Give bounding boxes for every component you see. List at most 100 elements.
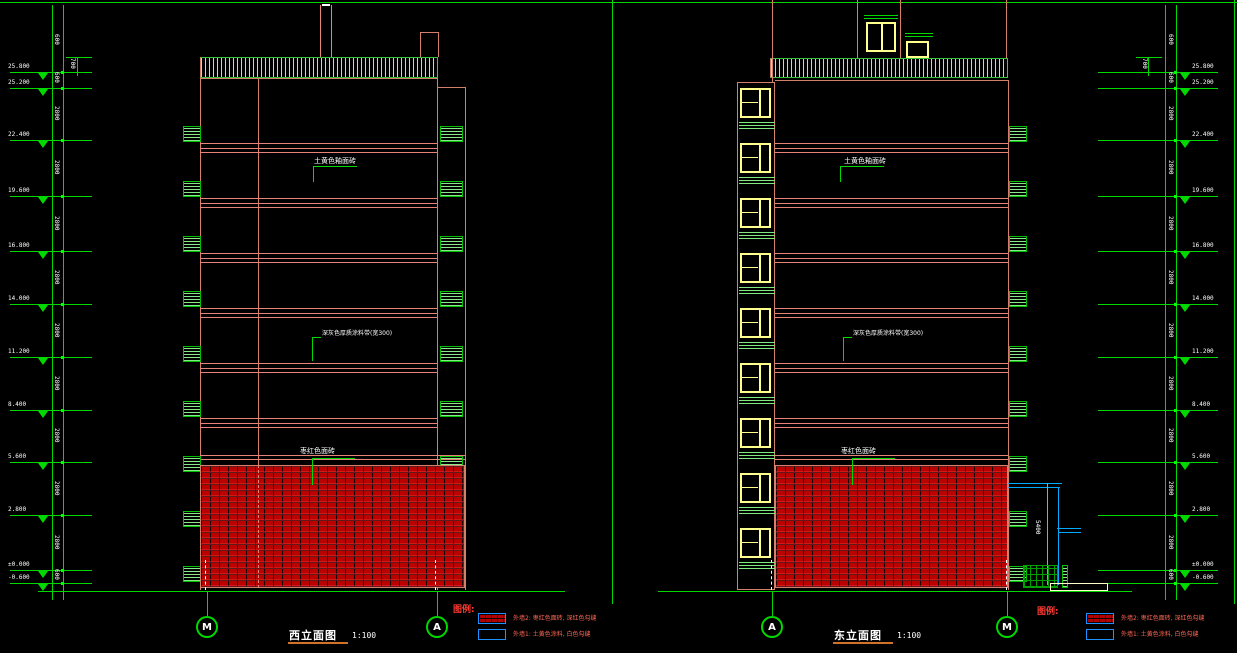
floor-band	[775, 372, 1008, 373]
window-sill	[739, 122, 775, 123]
level-line	[1098, 140, 1218, 141]
legend-item-brick-west: 外墙2: 枣红色面砖, 深红色勾缝	[513, 615, 597, 622]
elevation-value-left: 2.800	[8, 506, 26, 513]
bracket-dim-left: 700	[69, 58, 75, 69]
louver-window	[1009, 401, 1027, 417]
stair-window	[740, 198, 771, 228]
level-marker-triangle	[1180, 411, 1190, 418]
floor-band	[775, 427, 1008, 428]
legend-swatch-brick-east	[1086, 613, 1114, 624]
bracket-line	[1136, 57, 1162, 58]
wall-label-lower-west: 枣红色面砖	[300, 447, 335, 455]
floor-band	[775, 198, 1008, 199]
grid-bubble-a-east: A	[761, 616, 783, 638]
floor-band	[200, 203, 437, 204]
legend-swatch-plain-east	[1086, 629, 1114, 640]
floor-band	[775, 207, 1008, 208]
brick-base-west	[200, 465, 465, 588]
louver-window	[183, 126, 201, 142]
node	[1174, 71, 1177, 74]
label-leader	[313, 166, 357, 167]
louver-window	[183, 236, 201, 252]
louver-window	[1009, 126, 1027, 142]
level-marker-triangle	[1180, 197, 1190, 204]
floor-height-dim-left: 2800	[53, 323, 59, 337]
level-line	[1098, 583, 1218, 584]
window-sill	[739, 128, 775, 129]
window-mullion	[759, 255, 761, 281]
penthouse-mullion	[881, 24, 883, 50]
roof-grid-line	[857, 0, 858, 58]
node	[1174, 356, 1177, 359]
window-sill	[739, 180, 775, 181]
legend-swatch-brick-west	[478, 613, 506, 624]
stair-window	[740, 418, 771, 448]
floor-height-dim-right: 2800	[1167, 376, 1173, 390]
floor-band	[775, 455, 1008, 456]
bracket-dim-right: 700	[1141, 58, 1147, 69]
wall-label-middle-east: 深灰色厚质涂料带(宽300)	[853, 330, 923, 338]
label-leader	[312, 337, 313, 361]
floor-band	[200, 143, 437, 144]
level-marker-triangle	[38, 141, 48, 148]
floor-height-dim-left: 2800	[53, 481, 59, 495]
node	[61, 409, 64, 412]
elevation-value-right: 14.000	[1192, 295, 1214, 302]
dim-chain-line	[52, 5, 53, 600]
louver-window	[1009, 346, 1027, 362]
node	[61, 71, 64, 74]
node	[1174, 461, 1177, 464]
window-mullion	[741, 542, 758, 543]
window-mullion	[741, 212, 758, 213]
elevation-value-right: 8.400	[1192, 401, 1210, 408]
grid-stub	[1006, 560, 1007, 590]
floor-band	[200, 148, 437, 149]
window-mullion	[741, 157, 758, 158]
floor-height-dim-right: 2800	[1167, 216, 1173, 230]
louver-window	[440, 126, 463, 142]
window-sill	[739, 238, 775, 239]
canopy-line	[1008, 483, 1062, 484]
floor-height-dim-left: 2800	[53, 160, 59, 174]
floor-band	[200, 372, 437, 373]
elevation-value-right: 25.200	[1192, 79, 1214, 86]
level-marker-triangle	[1180, 463, 1190, 470]
elevation-value-left: 25.200	[8, 79, 30, 86]
penthouse-rail	[905, 33, 933, 34]
window-sill	[739, 235, 775, 236]
floor-band	[200, 418, 437, 419]
window-mullion	[759, 145, 761, 171]
bracket-line	[1148, 57, 1149, 76]
level-line	[1098, 88, 1218, 89]
bubble-stem	[437, 592, 438, 616]
window-mullion	[741, 102, 758, 103]
floor-height-dim-left: 600	[53, 72, 59, 83]
level-line	[10, 304, 92, 305]
louver-window	[440, 236, 463, 252]
stair-window	[740, 473, 771, 503]
node	[61, 461, 64, 464]
node	[1174, 139, 1177, 142]
louver-window	[183, 181, 201, 197]
louver-window	[183, 511, 201, 527]
floor-band	[775, 262, 1008, 263]
louver-window	[1009, 236, 1027, 252]
elevation-value-left: 11.200	[8, 348, 30, 355]
louver-window	[440, 401, 463, 417]
window-sill	[739, 458, 775, 459]
floor-band	[200, 363, 437, 364]
roof-step-line	[438, 32, 439, 57]
louver-window	[440, 346, 463, 362]
level-marker-triangle	[38, 516, 48, 523]
elevation-value-left: 22.400	[8, 131, 30, 138]
node	[1174, 582, 1177, 585]
view-scale-west: 1:100	[352, 631, 376, 640]
floor-height-dim-right: 2800	[1167, 481, 1173, 495]
level-line	[1098, 410, 1218, 411]
brick-base-east	[775, 465, 1008, 588]
floor-height-dim-right: 2800	[1167, 270, 1173, 284]
bubble-stem	[772, 592, 773, 616]
node	[61, 514, 64, 517]
elevation-value-left: 5.600	[8, 453, 26, 460]
grid-bubble-m-west: M	[196, 616, 218, 638]
